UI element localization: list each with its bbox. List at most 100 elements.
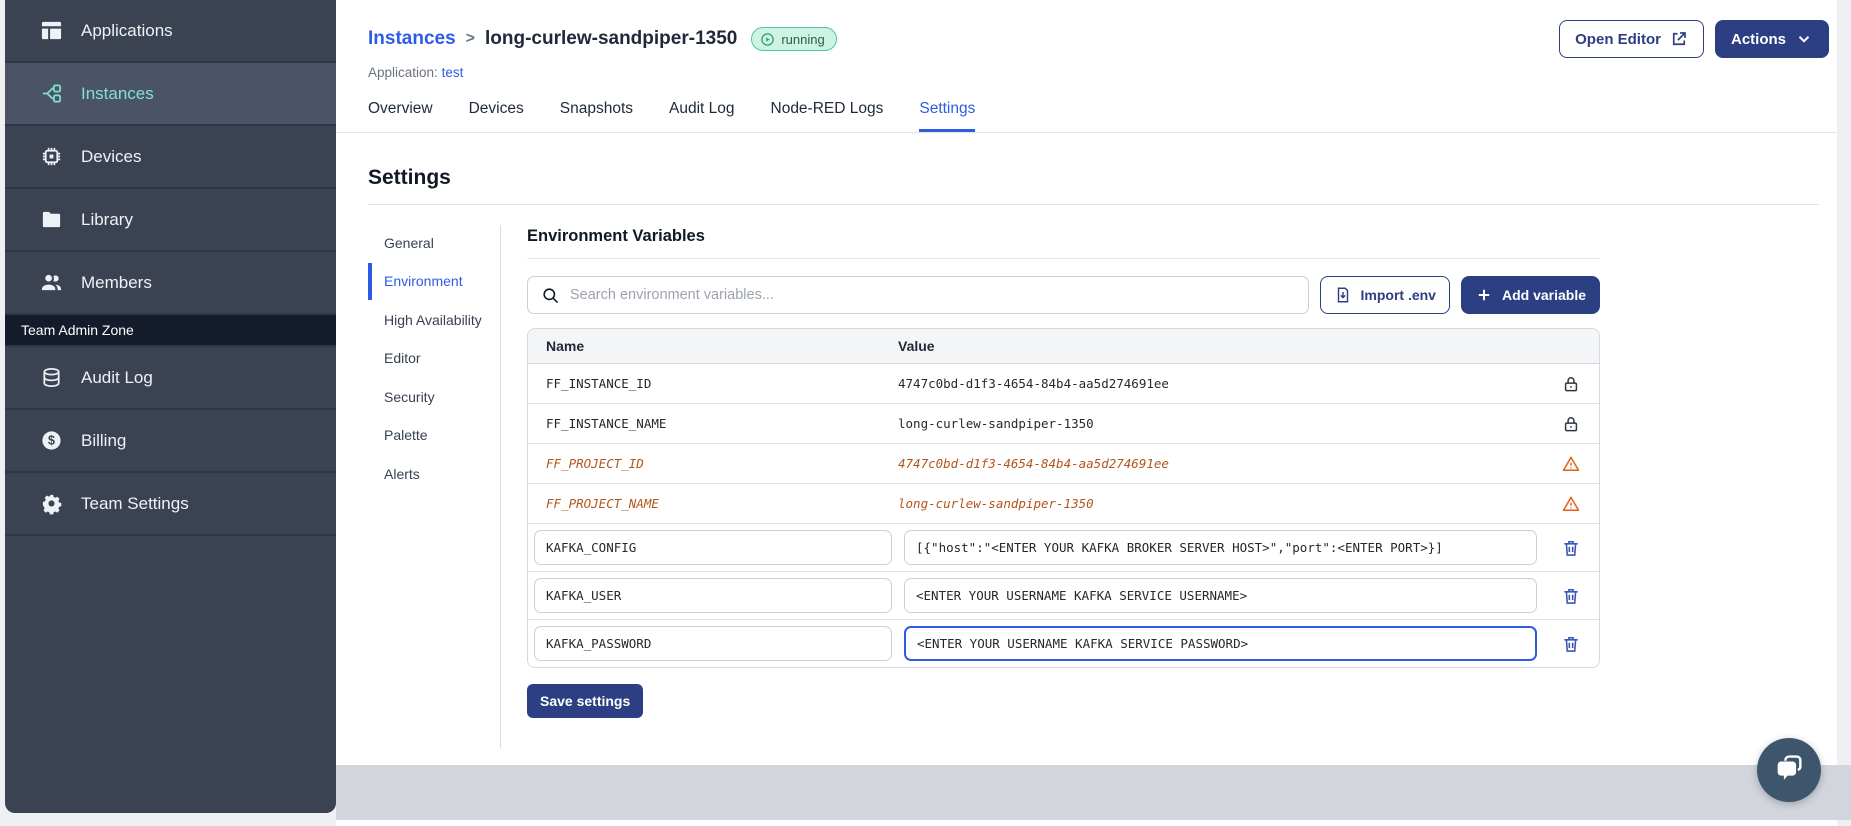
subnav-divider bbox=[500, 225, 501, 748]
settings-page-title: Settings bbox=[368, 166, 451, 189]
env-var-value: long-curlew-sandpiper-1350 bbox=[898, 496, 1094, 511]
env-var-value-input[interactable] bbox=[904, 578, 1537, 613]
tab-snapshots[interactable]: Snapshots bbox=[560, 100, 633, 132]
sidebar-item-instances[interactable]: Instances bbox=[5, 63, 336, 126]
lock-icon bbox=[1561, 374, 1581, 394]
env-var-row-kafka-config bbox=[528, 524, 1599, 572]
sidebar: Applications Instances Devices Library Membe… bbox=[5, 0, 336, 813]
delete-variable-button[interactable] bbox=[1561, 538, 1581, 558]
footer-band bbox=[336, 765, 1851, 820]
table-header-row: Name Value bbox=[528, 329, 1599, 364]
sidebar-item-label: Applications bbox=[81, 20, 173, 40]
env-var-name: FF_INSTANCE_NAME bbox=[546, 416, 667, 431]
chat-widget-button[interactable] bbox=[1757, 738, 1821, 802]
settings-subnav-general[interactable]: General bbox=[368, 225, 490, 261]
tab-audit-log[interactable]: Audit Log bbox=[669, 100, 735, 132]
env-var-row-ff-instance-id: FF_INSTANCE_ID 4747c0bd-d1f3-4654-84b4-aa… bbox=[528, 364, 1599, 404]
team-settings-icon bbox=[39, 492, 63, 516]
instance-tabs: Overview Devices Snapshots Audit Log Node-RE… bbox=[368, 100, 1837, 132]
add-variable-label: Add variable bbox=[1501, 287, 1586, 303]
delete-variable-button[interactable] bbox=[1561, 586, 1581, 606]
settings-subnav-editor[interactable]: Editor bbox=[368, 340, 490, 376]
status-badge: running bbox=[751, 27, 837, 51]
settings-subnav-environment[interactable]: Environment bbox=[368, 263, 490, 300]
breadcrumb: Instances > long-curlew-sandpiper-1350 r… bbox=[368, 20, 1829, 58]
sidebar-item-devices[interactable]: Devices bbox=[5, 126, 336, 189]
members-icon bbox=[39, 271, 63, 295]
svg-text:$: $ bbox=[48, 434, 55, 448]
lock-icon bbox=[1561, 414, 1581, 434]
column-header-name: Name bbox=[546, 338, 585, 354]
env-vars-divider bbox=[527, 258, 1600, 259]
sidebar-item-label: Members bbox=[81, 272, 152, 292]
devices-icon bbox=[39, 145, 63, 169]
env-var-table: Name Value FF_INSTANCE_ID 4747c0bd-d1f3-4… bbox=[527, 328, 1600, 668]
sidebar-item-label: Instances bbox=[81, 83, 154, 103]
env-var-name-input[interactable] bbox=[534, 578, 892, 613]
sidebar-item-team-settings[interactable]: Team Settings bbox=[5, 473, 336, 536]
breadcrumb-instances-link[interactable]: Instances bbox=[368, 28, 456, 50]
sidebar-item-label: Library bbox=[81, 209, 133, 229]
env-var-name-input[interactable] bbox=[534, 530, 892, 565]
settings-section: Settings General Environment High Availabi… bbox=[336, 166, 1837, 748]
sidebar-item-label: Billing bbox=[81, 430, 127, 450]
instance-header: Instances > long-curlew-sandpiper-1350 r… bbox=[336, 0, 1837, 80]
billing-icon: $ bbox=[39, 429, 63, 453]
trash-icon bbox=[1561, 538, 1581, 558]
search-box bbox=[527, 276, 1309, 314]
tab-node-red-logs[interactable]: Node-RED Logs bbox=[771, 100, 884, 132]
tab-settings[interactable]: Settings bbox=[919, 100, 976, 132]
application-label: Application: bbox=[368, 65, 438, 80]
sidebar-item-applications[interactable]: Applications bbox=[5, 0, 336, 63]
env-vars-title: Environment Variables bbox=[527, 227, 705, 245]
env-var-name: FF_INSTANCE_ID bbox=[546, 376, 652, 391]
chevron-down-icon bbox=[1795, 30, 1813, 48]
sidebar-nav: Applications Instances Devices Library Membe… bbox=[5, 0, 336, 315]
env-var-row-kafka-user bbox=[528, 572, 1599, 620]
env-var-value: long-curlew-sandpiper-1350 bbox=[898, 416, 1094, 431]
chat-icon bbox=[1772, 753, 1806, 787]
team-admin-zone-label: Team Admin Zone bbox=[5, 315, 336, 347]
open-editor-label: Open Editor bbox=[1575, 30, 1661, 48]
import-env-label: Import .env bbox=[1360, 287, 1436, 303]
search-input[interactable] bbox=[570, 287, 1295, 303]
sidebar-item-audit-log[interactable]: Audit Log bbox=[5, 347, 336, 410]
settings-subnav-high-availability[interactable]: High Availability bbox=[368, 302, 490, 338]
library-icon bbox=[39, 208, 63, 232]
delete-variable-button[interactable] bbox=[1561, 634, 1581, 654]
settings-subnav-palette[interactable]: Palette bbox=[368, 417, 490, 453]
env-var-value-input[interactable] bbox=[904, 626, 1537, 661]
tab-overview[interactable]: Overview bbox=[368, 100, 433, 132]
actions-button[interactable]: Actions bbox=[1714, 20, 1829, 58]
status-badge-label: running bbox=[781, 31, 825, 47]
save-settings-button[interactable]: Save settings bbox=[527, 684, 644, 718]
open-editor-button[interactable]: Open Editor bbox=[1559, 20, 1704, 58]
environment-panel: Environment Variables Import .env Add va… bbox=[527, 225, 1600, 748]
breadcrumb-separator-icon: > bbox=[465, 30, 475, 47]
external-link-icon bbox=[1670, 30, 1688, 48]
sidebar-item-label: Team Settings bbox=[81, 493, 189, 513]
application-link[interactable]: test bbox=[442, 65, 464, 80]
tab-devices[interactable]: Devices bbox=[469, 100, 524, 132]
add-variable-button[interactable]: Add variable bbox=[1460, 276, 1600, 314]
env-var-value: 4747c0bd-d1f3-4654-84b4-aa5d274691ee bbox=[898, 376, 1169, 391]
running-icon bbox=[760, 32, 775, 47]
env-var-name-input[interactable] bbox=[534, 626, 892, 661]
settings-subnav-security[interactable]: Security bbox=[368, 379, 490, 415]
sidebar-item-library[interactable]: Library bbox=[5, 189, 336, 252]
sidebar-admin-nav: Audit Log $ Billing Team Settings bbox=[5, 347, 336, 536]
trash-icon bbox=[1561, 586, 1581, 606]
sidebar-item-members[interactable]: Members bbox=[5, 252, 336, 315]
trash-icon bbox=[1561, 634, 1581, 654]
column-header-value: Value bbox=[898, 338, 935, 354]
env-var-row-ff-instance-name: FF_INSTANCE_NAME long-curlew-sandpiper-13… bbox=[528, 404, 1599, 444]
import-env-button[interactable]: Import .env bbox=[1319, 276, 1450, 314]
sidebar-item-billing[interactable]: $ Billing bbox=[5, 410, 336, 473]
settings-subnav: General Environment High Availability Edito… bbox=[368, 225, 490, 748]
env-var-value-input[interactable] bbox=[904, 530, 1537, 565]
settings-subnav-alerts[interactable]: Alerts bbox=[368, 456, 490, 492]
application-row: Application: test bbox=[368, 65, 1829, 80]
env-var-row-kafka-password bbox=[528, 620, 1599, 667]
main-content: Instances > long-curlew-sandpiper-1350 r… bbox=[336, 0, 1851, 826]
env-var-name: FF_PROJECT_NAME bbox=[546, 496, 659, 511]
